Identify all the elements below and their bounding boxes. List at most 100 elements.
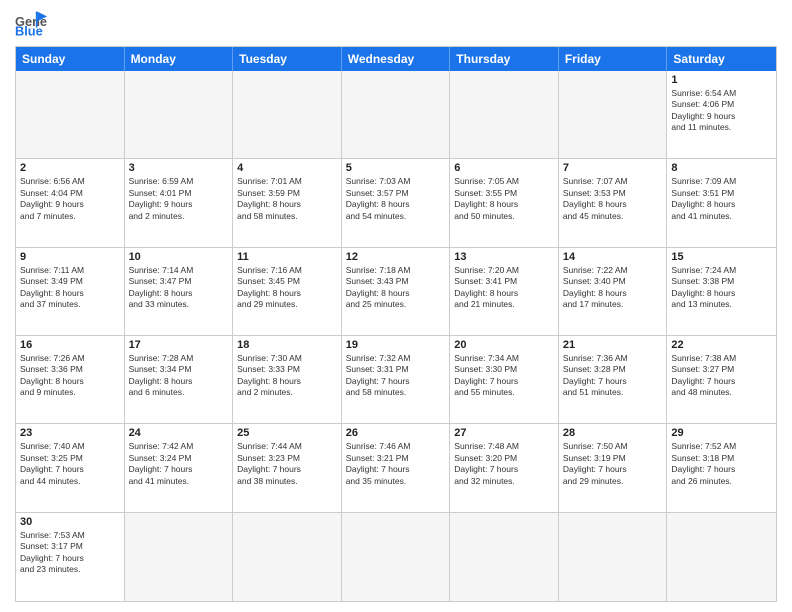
logo-icon: General Blue (15, 10, 47, 38)
day-number: 3 (129, 162, 229, 174)
calendar-day-empty (233, 71, 342, 158)
calendar-week-6: 30 Sunrise: 7:53 AM Sunset: 3:17 PM Dayli… (16, 513, 776, 601)
day-number: 21 (563, 339, 663, 351)
calendar-day-3: 3 Sunrise: 6:59 AM Sunset: 4:01 PM Daylig… (125, 159, 234, 246)
calendar-day-17: 17Sunrise: 7:28 AM Sunset: 3:34 PM Dayli… (125, 336, 234, 423)
calendar-day-empty (233, 513, 342, 601)
calendar-week-4: 16Sunrise: 7:26 AM Sunset: 3:36 PM Dayli… (16, 336, 776, 424)
day-info: Sunrise: 7:14 AM Sunset: 3:47 PM Dayligh… (129, 265, 229, 311)
calendar-day-12: 12Sunrise: 7:18 AM Sunset: 3:43 PM Dayli… (342, 248, 451, 335)
day-info: Sunrise: 7:46 AM Sunset: 3:21 PM Dayligh… (346, 441, 446, 487)
day-info: Sunrise: 7:50 AM Sunset: 3:19 PM Dayligh… (563, 441, 663, 487)
calendar-day-9: 9 Sunrise: 7:11 AM Sunset: 3:49 PM Daylig… (16, 248, 125, 335)
calendar-day-24: 24 Sunrise: 7:42 AM Sunset: 3:24 PM Dayli… (125, 424, 234, 511)
calendar-day-empty (342, 71, 451, 158)
day-number: 15 (671, 251, 772, 263)
svg-text:Blue: Blue (15, 24, 43, 38)
calendar-day-empty (667, 513, 776, 601)
calendar-day-23: 23 Sunrise: 7:40 AM Sunset: 3:25 PM Dayli… (16, 424, 125, 511)
calendar-day-5: 5Sunrise: 7:03 AM Sunset: 3:57 PM Daylig… (342, 159, 451, 246)
day-number: 25 (237, 427, 337, 439)
logo: General Blue (15, 10, 47, 38)
calendar-day-20: 20 Sunrise: 7:34 AM Sunset: 3:30 PM Dayli… (450, 336, 559, 423)
day-info: Sunrise: 7:24 AM Sunset: 3:38 PM Dayligh… (671, 265, 772, 311)
calendar-day-8: 8Sunrise: 7:09 AM Sunset: 3:51 PM Daylig… (667, 159, 776, 246)
day-number: 19 (346, 339, 446, 351)
calendar-day-empty (559, 71, 668, 158)
calendar-day-2: 2 Sunrise: 6:56 AM Sunset: 4:04 PM Daylig… (16, 159, 125, 246)
day-number: 4 (237, 162, 337, 174)
calendar-day-empty (559, 513, 668, 601)
day-number: 27 (454, 427, 554, 439)
calendar-day-15: 15 Sunrise: 7:24 AM Sunset: 3:38 PM Dayli… (667, 248, 776, 335)
calendar-day-empty (125, 71, 234, 158)
day-number: 10 (129, 251, 229, 263)
day-info: Sunrise: 7:40 AM Sunset: 3:25 PM Dayligh… (20, 441, 120, 487)
day-header-saturday: Saturday (667, 47, 776, 71)
day-number: 9 (20, 251, 120, 263)
calendar-week-2: 2 Sunrise: 6:56 AM Sunset: 4:04 PM Daylig… (16, 159, 776, 247)
calendar-day-19: 19 Sunrise: 7:32 AM Sunset: 3:31 PM Dayli… (342, 336, 451, 423)
calendar-day-empty (16, 71, 125, 158)
calendar-day-7: 7 Sunrise: 7:07 AM Sunset: 3:53 PM Daylig… (559, 159, 668, 246)
calendar-day-1: 1 Sunrise: 6:54 AM Sunset: 4:06 PM Daylig… (667, 71, 776, 158)
calendar-day-14: 14Sunrise: 7:22 AM Sunset: 3:40 PM Dayli… (559, 248, 668, 335)
calendar-day-empty (342, 513, 451, 601)
calendar-header: SundayMondayTuesdayWednesdayThursdayFrid… (16, 47, 776, 71)
calendar-week-5: 23 Sunrise: 7:40 AM Sunset: 3:25 PM Dayli… (16, 424, 776, 512)
calendar-day-21: 21 Sunrise: 7:36 AM Sunset: 3:28 PM Dayli… (559, 336, 668, 423)
calendar-day-30: 30 Sunrise: 7:53 AM Sunset: 3:17 PM Dayli… (16, 513, 125, 601)
day-number: 1 (671, 74, 772, 86)
day-number: 22 (671, 339, 772, 351)
calendar-day-10: 10 Sunrise: 7:14 AM Sunset: 3:47 PM Dayli… (125, 248, 234, 335)
day-number: 18 (237, 339, 337, 351)
day-info: Sunrise: 7:42 AM Sunset: 3:24 PM Dayligh… (129, 441, 229, 487)
day-info: Sunrise: 7:16 AM Sunset: 3:45 PM Dayligh… (237, 265, 337, 311)
day-number: 29 (671, 427, 772, 439)
day-header-friday: Friday (559, 47, 668, 71)
day-info: Sunrise: 7:01 AM Sunset: 3:59 PM Dayligh… (237, 176, 337, 222)
day-info: Sunrise: 7:32 AM Sunset: 3:31 PM Dayligh… (346, 353, 446, 399)
day-number: 7 (563, 162, 663, 174)
day-info: Sunrise: 7:52 AM Sunset: 3:18 PM Dayligh… (671, 441, 772, 487)
day-info: Sunrise: 7:34 AM Sunset: 3:30 PM Dayligh… (454, 353, 554, 399)
day-info: Sunrise: 7:07 AM Sunset: 3:53 PM Dayligh… (563, 176, 663, 222)
calendar-day-28: 28 Sunrise: 7:50 AM Sunset: 3:19 PM Dayli… (559, 424, 668, 511)
day-info: Sunrise: 7:11 AM Sunset: 3:49 PM Dayligh… (20, 265, 120, 311)
day-number: 24 (129, 427, 229, 439)
day-number: 30 (20, 516, 120, 528)
calendar-day-4: 4 Sunrise: 7:01 AM Sunset: 3:59 PM Daylig… (233, 159, 342, 246)
day-number: 13 (454, 251, 554, 263)
day-number: 2 (20, 162, 120, 174)
calendar-day-29: 29 Sunrise: 7:52 AM Sunset: 3:18 PM Dayli… (667, 424, 776, 511)
day-header-sunday: Sunday (16, 47, 125, 71)
day-info: Sunrise: 7:09 AM Sunset: 3:51 PM Dayligh… (671, 176, 772, 222)
day-info: Sunrise: 7:20 AM Sunset: 3:41 PM Dayligh… (454, 265, 554, 311)
calendar-day-6: 6Sunrise: 7:05 AM Sunset: 3:55 PM Daylig… (450, 159, 559, 246)
day-number: 28 (563, 427, 663, 439)
day-header-wednesday: Wednesday (342, 47, 451, 71)
day-number: 6 (454, 162, 554, 174)
day-number: 14 (563, 251, 663, 263)
calendar-day-18: 18Sunrise: 7:30 AM Sunset: 3:33 PM Dayli… (233, 336, 342, 423)
day-info: Sunrise: 6:59 AM Sunset: 4:01 PM Dayligh… (129, 176, 229, 222)
day-info: Sunrise: 7:48 AM Sunset: 3:20 PM Dayligh… (454, 441, 554, 487)
calendar-day-11: 11 Sunrise: 7:16 AM Sunset: 3:45 PM Dayli… (233, 248, 342, 335)
calendar-day-empty (450, 513, 559, 601)
calendar-day-empty (125, 513, 234, 601)
day-number: 5 (346, 162, 446, 174)
day-number: 11 (237, 251, 337, 263)
day-info: Sunrise: 7:28 AM Sunset: 3:34 PM Dayligh… (129, 353, 229, 399)
day-info: Sunrise: 6:56 AM Sunset: 4:04 PM Dayligh… (20, 176, 120, 222)
calendar-day-27: 27 Sunrise: 7:48 AM Sunset: 3:20 PM Dayli… (450, 424, 559, 511)
day-number: 23 (20, 427, 120, 439)
calendar-body: 1 Sunrise: 6:54 AM Sunset: 4:06 PM Daylig… (16, 71, 776, 601)
calendar-day-13: 13 Sunrise: 7:20 AM Sunset: 3:41 PM Dayli… (450, 248, 559, 335)
day-number: 20 (454, 339, 554, 351)
calendar-week-3: 9 Sunrise: 7:11 AM Sunset: 3:49 PM Daylig… (16, 248, 776, 336)
day-number: 16 (20, 339, 120, 351)
day-info: Sunrise: 7:53 AM Sunset: 3:17 PM Dayligh… (20, 530, 120, 576)
day-info: Sunrise: 7:36 AM Sunset: 3:28 PM Dayligh… (563, 353, 663, 399)
day-info: Sunrise: 6:54 AM Sunset: 4:06 PM Dayligh… (671, 88, 772, 134)
calendar-day-25: 25Sunrise: 7:44 AM Sunset: 3:23 PM Dayli… (233, 424, 342, 511)
